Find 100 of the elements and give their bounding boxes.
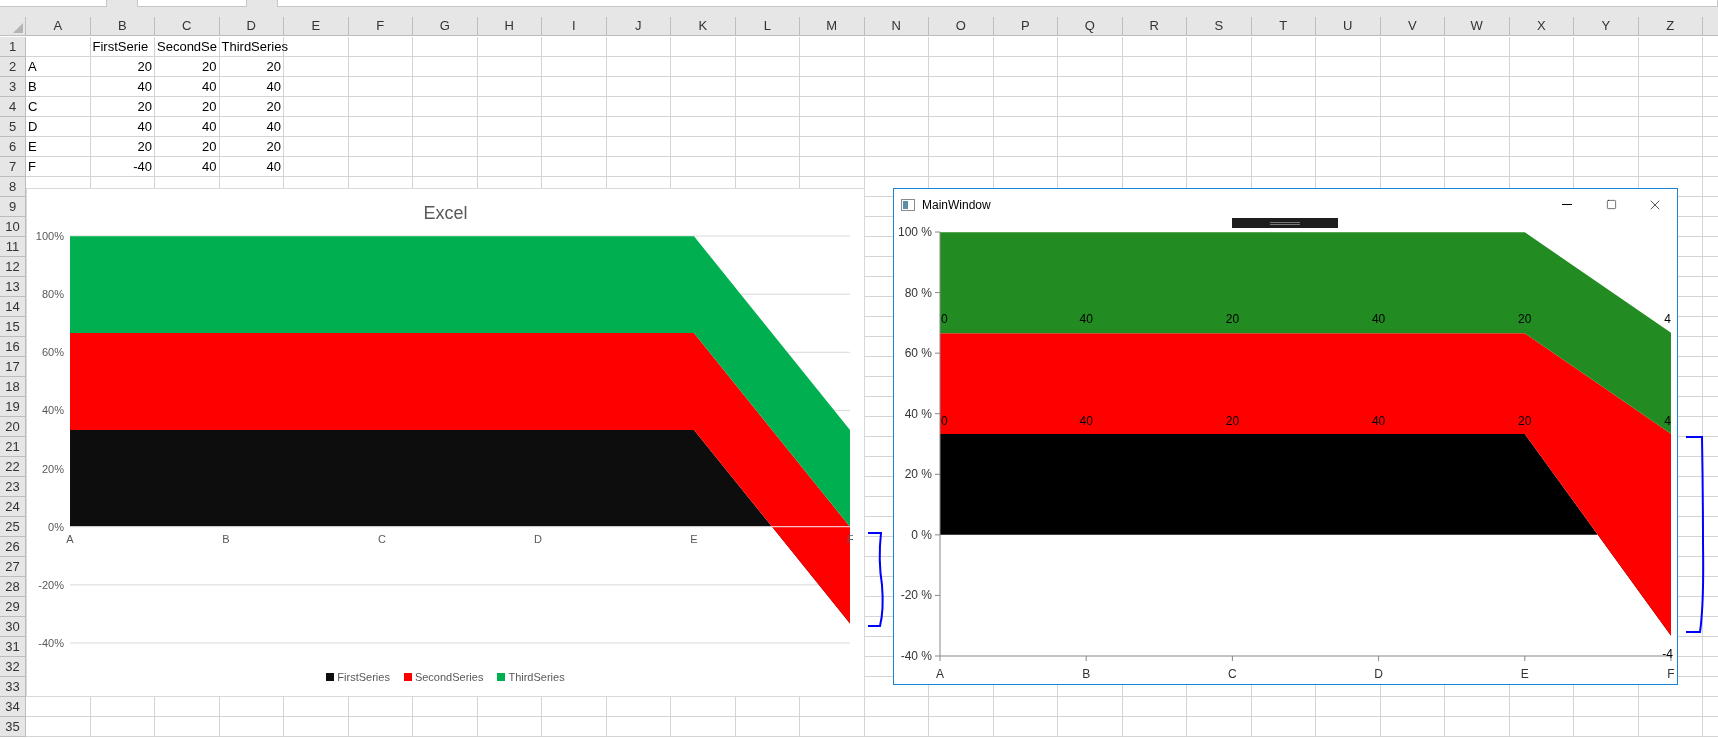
table-cell[interactable] xyxy=(1187,77,1252,97)
table-cell[interactable] xyxy=(542,717,607,737)
table-cell[interactable] xyxy=(284,97,349,117)
column-header[interactable]: N xyxy=(864,17,929,36)
column-header[interactable]: T xyxy=(1251,17,1316,36)
table-cell[interactable] xyxy=(1187,97,1252,117)
column-header[interactable]: C xyxy=(155,17,220,36)
row-header[interactable]: 16 xyxy=(0,337,26,357)
table-cell[interactable] xyxy=(1380,717,1445,737)
table-cell[interactable] xyxy=(1638,57,1703,77)
row-header[interactable]: 29 xyxy=(0,597,26,617)
table-cell[interactable]: 20 xyxy=(155,97,220,117)
column-header[interactable]: L xyxy=(735,17,800,36)
table-cell[interactable] xyxy=(993,157,1058,177)
table-cell[interactable] xyxy=(1638,157,1703,177)
row-header[interactable]: 17 xyxy=(0,357,26,377)
table-cell[interactable] xyxy=(1574,137,1639,157)
table-cell[interactable] xyxy=(735,97,800,117)
name-box[interactable] xyxy=(0,0,107,7)
row-header[interactable]: 14 xyxy=(0,297,26,317)
table-cell[interactable] xyxy=(284,117,349,137)
table-cell[interactable] xyxy=(671,77,736,97)
table-cell[interactable] xyxy=(1509,717,1574,737)
table-cell[interactable] xyxy=(26,717,91,737)
column-header[interactable]: I xyxy=(542,17,607,36)
table-cell[interactable] xyxy=(1380,57,1445,77)
table-cell[interactable] xyxy=(929,57,994,77)
table-cell[interactable] xyxy=(1058,77,1123,97)
table-cell[interactable]: 20 xyxy=(219,57,284,77)
table-cell[interactable] xyxy=(1058,137,1123,157)
table-cell[interactable] xyxy=(1122,37,1187,57)
table-cell[interactable] xyxy=(477,57,542,77)
table-cell[interactable] xyxy=(477,37,542,57)
table-cell[interactable] xyxy=(542,57,607,77)
column-header[interactable]: O xyxy=(929,17,994,36)
table-cell[interactable] xyxy=(1445,77,1510,97)
column-header[interactable]: K xyxy=(671,17,736,36)
formula-bar[interactable] xyxy=(277,0,1718,7)
table-cell[interactable] xyxy=(284,717,349,737)
table-cell[interactable] xyxy=(1251,697,1316,717)
row-header[interactable]: 4 xyxy=(0,97,26,117)
table-cell[interactable] xyxy=(1574,157,1639,177)
table-cell[interactable] xyxy=(1638,717,1703,737)
table-cell[interactable] xyxy=(864,77,929,97)
table-cell[interactable] xyxy=(1445,37,1510,57)
table-cell[interactable]: 40 xyxy=(155,157,220,177)
table-cell[interactable] xyxy=(1316,717,1381,737)
table-cell[interactable] xyxy=(1251,97,1316,117)
table-cell[interactable] xyxy=(1316,37,1381,57)
table-cell[interactable] xyxy=(606,97,671,117)
table-cell[interactable]: 20 xyxy=(155,57,220,77)
row-header[interactable]: 33 xyxy=(0,677,26,697)
table-cell[interactable] xyxy=(929,717,994,737)
column-header[interactable]: S xyxy=(1187,17,1252,36)
column-header[interactable]: U xyxy=(1316,17,1381,36)
row-header[interactable]: 22 xyxy=(0,457,26,477)
table-cell[interactable] xyxy=(1316,137,1381,157)
row-header[interactable]: 28 xyxy=(0,577,26,597)
table-cell[interactable] xyxy=(929,117,994,137)
table-cell[interactable] xyxy=(1122,117,1187,137)
table-cell[interactable] xyxy=(1251,157,1316,177)
table-cell[interactable]: 40 xyxy=(155,77,220,97)
table-cell[interactable] xyxy=(1574,97,1639,117)
table-cell[interactable] xyxy=(1445,717,1510,737)
table-cell[interactable] xyxy=(1316,57,1381,77)
table-cell[interactable] xyxy=(1638,37,1703,57)
table-cell[interactable] xyxy=(1509,37,1574,57)
column-header[interactable]: R xyxy=(1122,17,1187,36)
column-header[interactable]: F xyxy=(348,17,413,36)
table-cell[interactable] xyxy=(348,717,413,737)
table-cell[interactable] xyxy=(929,137,994,157)
column-header[interactable]: W xyxy=(1445,17,1510,36)
table-cell[interactable] xyxy=(864,117,929,137)
table-cell[interactable] xyxy=(1316,117,1381,137)
table-cell[interactable]: 40 xyxy=(219,117,284,137)
table-cell[interactable] xyxy=(1574,57,1639,77)
row-header[interactable]: 2 xyxy=(0,57,26,77)
row-header[interactable]: 10 xyxy=(0,217,26,237)
table-cell[interactable] xyxy=(219,717,284,737)
table-cell[interactable] xyxy=(1638,117,1703,137)
table-cell[interactable] xyxy=(671,97,736,117)
table-cell[interactable] xyxy=(735,117,800,137)
table-cell[interactable]: 20 xyxy=(90,137,155,157)
row-header[interactable]: 21 xyxy=(0,437,26,457)
table-cell[interactable] xyxy=(1187,117,1252,137)
table-cell[interactable] xyxy=(735,137,800,157)
table-cell[interactable] xyxy=(542,97,607,117)
row-header[interactable]: 23 xyxy=(0,477,26,497)
column-header[interactable]: H xyxy=(477,17,542,36)
table-cell[interactable] xyxy=(606,157,671,177)
table-cell[interactable] xyxy=(1445,157,1510,177)
table-cell[interactable]: 40 xyxy=(90,117,155,137)
table-cell[interactable]: 20 xyxy=(155,137,220,157)
table-cell[interactable] xyxy=(1380,137,1445,157)
row-header[interactable]: 20 xyxy=(0,417,26,437)
table-cell[interactable] xyxy=(929,97,994,117)
table-cell[interactable] xyxy=(1122,137,1187,157)
column-header[interactable]: Z xyxy=(1638,17,1703,36)
table-cell[interactable] xyxy=(800,77,865,97)
table-cell[interactable]: 40 xyxy=(219,157,284,177)
